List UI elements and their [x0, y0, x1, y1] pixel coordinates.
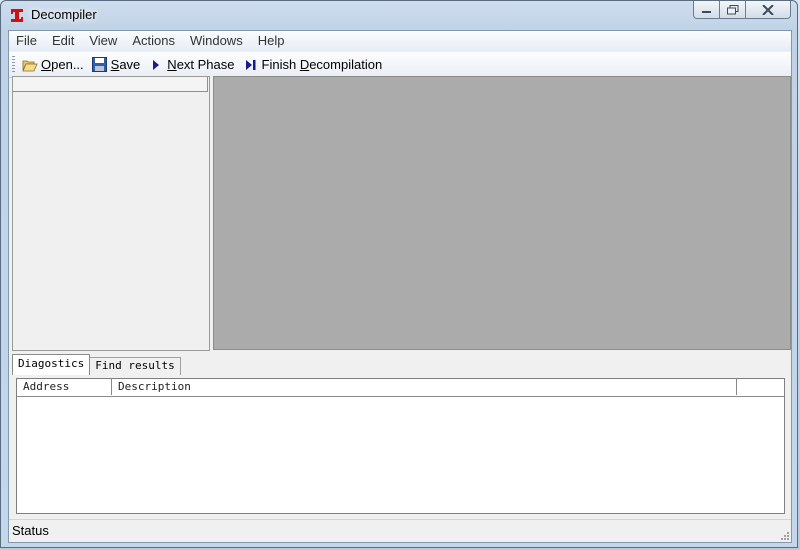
skip-to-end-icon — [243, 57, 259, 73]
toolbar-grip-icon[interactable] — [12, 56, 15, 73]
menu-actions[interactable]: Actions — [125, 31, 183, 51]
open-label: Open... — [41, 57, 84, 72]
tab-diagnostics[interactable]: Diagostics — [12, 354, 91, 375]
close-button[interactable] — [746, 1, 791, 19]
open-button[interactable]: Open... — [19, 54, 89, 76]
app-window: Decompiler File Edit View Actions Window… — [0, 0, 798, 548]
menu-file[interactable]: File — [9, 31, 45, 51]
document-area[interactable] — [213, 76, 791, 350]
caption-buttons — [693, 1, 791, 19]
tab-find-results[interactable]: Find results — [89, 357, 181, 375]
close-icon — [762, 4, 774, 15]
next-phase-button[interactable]: Next Phase — [145, 54, 239, 76]
menu-view[interactable]: View — [82, 31, 125, 51]
menu-windows[interactable]: Windows — [183, 31, 251, 51]
restore-icon — [726, 4, 738, 14]
column-filler — [737, 379, 784, 395]
save-button[interactable]: Save — [89, 54, 146, 76]
diagnostics-list-header: Address Description — [17, 379, 784, 397]
status-bar: Status — [9, 519, 791, 542]
column-description[interactable]: Description — [112, 379, 737, 395]
bottom-tabs: Diagostics Find results — [12, 354, 181, 375]
title-bar[interactable]: Decompiler — [1, 1, 797, 29]
save-label: Save — [110, 57, 141, 72]
finish-decompilation-button[interactable]: Finish Decompilation — [240, 54, 388, 76]
toolbar: Open... Save Next Phase Finish Decompila… — [9, 52, 791, 78]
menu-edit[interactable]: Edit — [45, 31, 82, 51]
maximize-button[interactable] — [720, 1, 746, 19]
play-arrow-icon — [148, 57, 164, 73]
floppy-disk-icon — [92, 57, 108, 73]
diagnostics-list[interactable]: Address Description — [16, 378, 785, 514]
resize-grip-icon[interactable] — [779, 530, 789, 540]
window-title: Decompiler — [31, 7, 97, 22]
menu-bar: File Edit View Actions Windows Help — [9, 31, 791, 51]
project-tree-header — [13, 77, 208, 92]
finish-decompilation-label: Finish Decompilation — [261, 57, 383, 72]
project-tree-panel[interactable] — [12, 76, 210, 351]
status-text: Status — [12, 523, 49, 538]
client-area: File Edit View Actions Windows Help Open… — [8, 30, 792, 543]
app-logo-icon — [11, 9, 23, 22]
minimize-button[interactable] — [693, 1, 720, 19]
column-address[interactable]: Address — [17, 379, 112, 395]
folder-open-icon — [22, 57, 38, 73]
menu-help[interactable]: Help — [251, 31, 293, 51]
minimize-icon — [702, 10, 711, 13]
next-phase-label: Next Phase — [167, 57, 235, 72]
